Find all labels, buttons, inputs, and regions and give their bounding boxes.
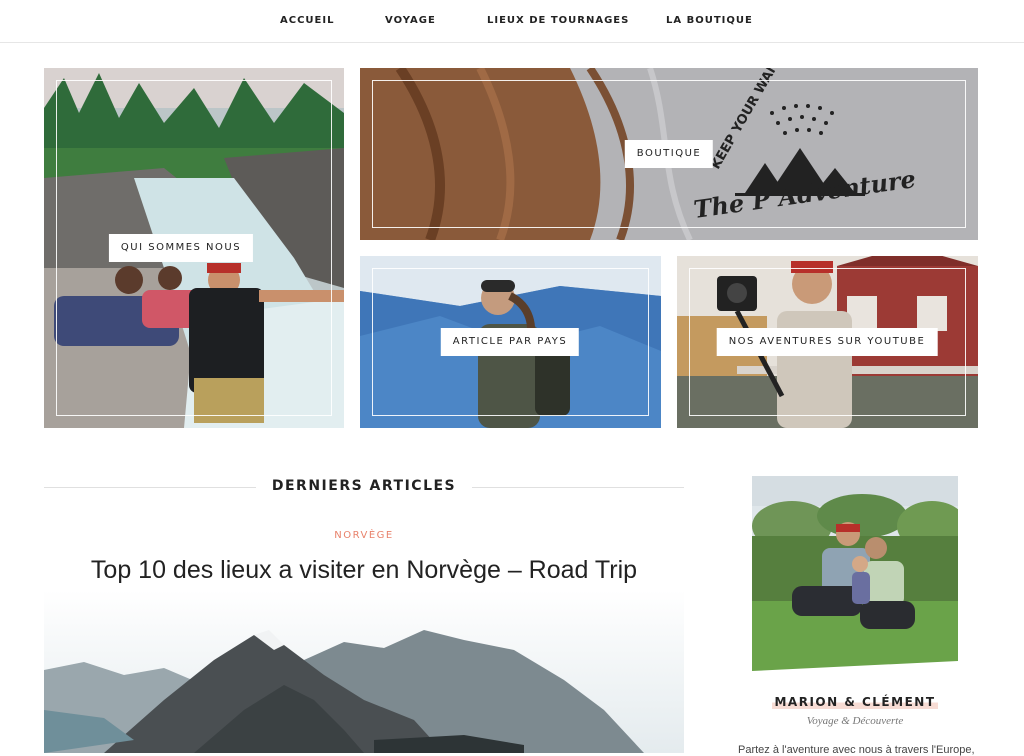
about-name: MARION & CLÉMENT (752, 695, 958, 709)
tile-country[interactable]: ARTICLE PAR PAYS (360, 256, 661, 428)
about-name-text: MARION & CLÉMENT (772, 695, 938, 709)
about-photo[interactable] (752, 476, 958, 680)
section-title: DERNIERS ARTICLES (271, 478, 457, 494)
tile-label-country[interactable]: ARTICLE PAR PAYS (440, 328, 580, 356)
post-hero-image[interactable] (44, 590, 684, 753)
about-subtitle: Voyage & Découverte (806, 715, 904, 727)
latest-articles-heading: DERNIERS ARTICLES (44, 474, 684, 498)
tile-shop[interactable]: KEEP YOUR WANDERLUST The P Adventure BOU… (360, 68, 978, 240)
top-navigation: ACCUEIL VOYAGE LIEUX DE TOURNAGES LA BOU… (0, 0, 1024, 43)
couple-child-photo (752, 476, 958, 680)
tile-label-shop[interactable]: BOUTIQUE (624, 140, 714, 168)
nav-item-lieux-de-tournages[interactable]: LIEUX DE TOURNAGES (487, 15, 629, 26)
tile-youtube[interactable]: NOS AVENTURES SUR YOUTUBE (677, 256, 978, 428)
tile-label-youtube[interactable]: NOS AVENTURES SUR YOUTUBE (716, 328, 938, 356)
nav-item-voyage[interactable]: VOYAGE (385, 15, 436, 26)
norway-mountains-photo (44, 590, 684, 753)
post-title[interactable]: Top 10 des lieux a visiter en Norvège – … (44, 556, 684, 585)
about-description: Partez à l'aventure avec nous à travers … (738, 744, 974, 756)
tile-label-about[interactable]: QUI SOMMES NOUS (108, 234, 254, 262)
nav-item-accueil[interactable]: ACCUEIL (280, 15, 334, 26)
post-category[interactable]: NORVÈGE (44, 530, 684, 541)
nav-item-la-boutique[interactable]: LA BOUTIQUE (666, 15, 753, 26)
tile-about[interactable]: QUI SOMMES NOUS (44, 68, 344, 428)
